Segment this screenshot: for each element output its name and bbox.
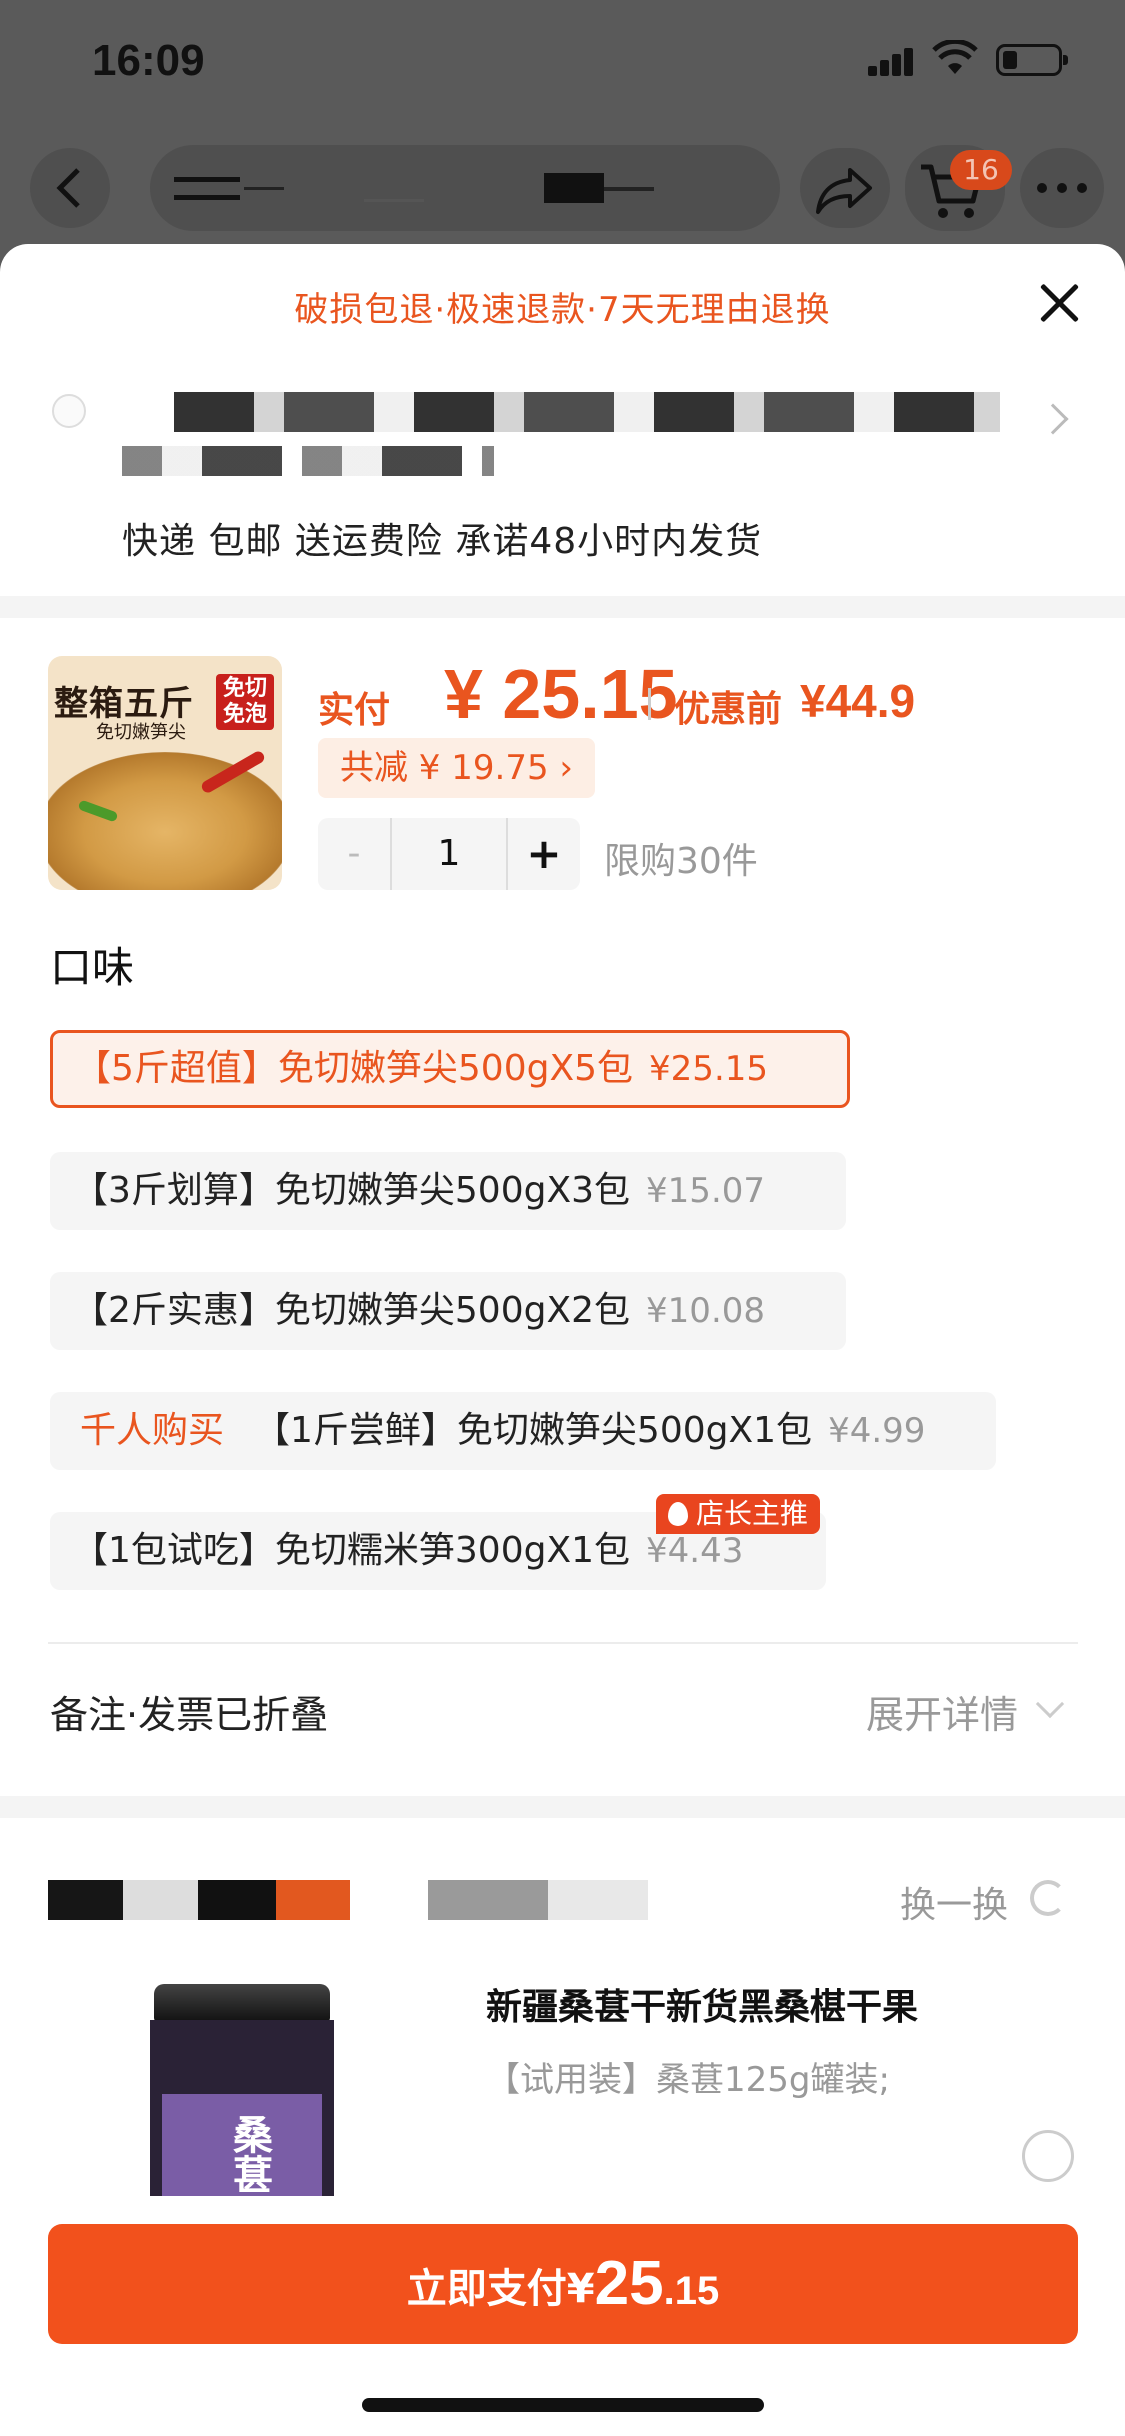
status-bar: 16:09 <box>0 0 1125 120</box>
nav-search-pill[interactable] <box>150 145 780 231</box>
thumb-subtitle: 免切嫩笋尖 <box>96 722 186 743</box>
flavor-title: 口味 <box>50 943 135 992</box>
status-time: 16:09 <box>92 36 205 85</box>
option-name: 【3斤划算】免切嫩笋尖500gX3包 <box>72 1170 631 1211</box>
shipping-info: 快递 包邮 送运费险 承诺48小时内发货 <box>122 521 763 562</box>
divider <box>0 1796 1125 1818</box>
option-name: 【1包试吃】免切糯米笋300gX1包 <box>72 1530 631 1571</box>
blurred-nav-text <box>174 173 654 203</box>
blurred-address-line1[interactable] <box>174 392 1000 432</box>
home-indicator[interactable] <box>362 2398 764 2412</box>
option-price: ¥25.15 <box>649 1049 769 1089</box>
paid-label: 实付 <box>318 690 391 731</box>
expand-details-button[interactable]: 展开详情 <box>866 1684 1018 1739</box>
discount-pill[interactable]: 共减 ¥ 19.75 › <box>318 738 595 798</box>
recommend-product-image[interactable]: 桑葚 <box>150 1984 334 2220</box>
more-button[interactable] <box>1020 148 1104 228</box>
option-name: 【2斤实惠】免切嫩笋尖500gX2包 <box>72 1290 631 1331</box>
recommend-subtitle: 【试用装】桑葚125g罐装; <box>486 2060 890 2100</box>
cart-count-badge: 16 <box>950 150 1012 190</box>
jar-label-text: 桑葚 <box>226 2114 272 2194</box>
wifi-icon <box>932 40 978 74</box>
option-name: 【1斤尝鲜】免切嫩笋尖500gX1包 <box>254 1410 813 1451</box>
notes-invoice-label: 备注·发票已折叠 <box>50 1693 329 1737</box>
battery-icon <box>996 44 1068 76</box>
chevron-right-icon[interactable] <box>1037 403 1069 435</box>
back-button[interactable] <box>30 148 110 228</box>
recommend-title[interactable]: 新疆桑葚干新货黑桑椹干果 <box>486 1978 918 2030</box>
pay-label: 立即支付¥ <box>406 2266 595 2312</box>
pay-now-button[interactable]: 立即支付¥25.15 <box>48 2224 1078 2344</box>
option-price: ¥10.08 <box>646 1291 766 1331</box>
recommend-select-radio[interactable] <box>1022 2130 1074 2182</box>
blurred-address-line2[interactable] <box>122 446 494 476</box>
blurred-section-title <box>48 1880 648 1920</box>
flavor-option-1jin[interactable]: 千人购买 【1斤尝鲜】免切嫩笋尖500gX1包 ¥4.99 <box>50 1392 996 1470</box>
option-price: ¥4.99 <box>828 1411 926 1451</box>
close-icon[interactable] <box>1030 274 1090 334</box>
address-avatar <box>52 394 86 428</box>
quantity-value[interactable]: 1 <box>390 818 508 890</box>
decrement-button[interactable]: - <box>318 818 390 890</box>
bowl-image <box>48 752 282 890</box>
pay-amount-int: 25 <box>594 2249 664 2318</box>
share-icon <box>816 168 872 214</box>
flame-icon <box>668 1502 688 1526</box>
option-price: ¥4.43 <box>646 1531 744 1571</box>
more-dots-icon <box>1037 183 1087 193</box>
share-button[interactable] <box>800 148 890 228</box>
cellular-signal-icon <box>868 46 916 76</box>
recommended-badge: 店长主推 <box>656 1494 821 1534</box>
thumb-badge: 免切免泡 <box>216 674 274 730</box>
divider <box>0 596 1125 618</box>
before-discount-label: 优惠前 <box>674 689 783 730</box>
refresh-icon[interactable] <box>1030 1880 1066 1916</box>
chevron-left-icon <box>56 168 80 208</box>
flavor-option-5jin[interactable]: 【5斤超值】免切嫩笋尖500gX5包 ¥25.15 <box>50 1030 850 1108</box>
option-price: ¥15.07 <box>646 1171 766 1211</box>
flavor-option-2jin[interactable]: 【2斤实惠】免切嫩笋尖500gX2包 ¥10.08 <box>50 1272 846 1350</box>
service-promise: 破损包退·极速退款·7天无理由退换 <box>294 290 831 330</box>
before-discount-price: ¥44.9 <box>800 675 916 727</box>
flavor-option-3jin[interactable]: 【3斤划算】免切嫩笋尖500gX3包 ¥15.07 <box>50 1152 846 1230</box>
popular-tag: 千人购买 <box>80 1410 225 1451</box>
jar-lid <box>154 1984 330 2022</box>
swap-button[interactable]: 换一换 <box>900 1876 1008 1928</box>
product-thumbnail[interactable]: 整箱五斤 免切嫩笋尖 免切免泡 <box>48 656 282 890</box>
divider <box>48 1642 1078 1644</box>
badge-text: 店长主推 <box>696 1497 809 1530</box>
pay-amount-dec: .15 <box>663 2269 720 2313</box>
quantity-stepper: - 1 + <box>318 818 580 890</box>
price-separator <box>648 688 651 720</box>
purchase-limit: 限购30件 <box>604 841 758 882</box>
paid-price: ¥ 25.15 <box>444 655 678 733</box>
option-name: 【5斤超值】免切嫩笋尖500gX5包 <box>75 1048 634 1089</box>
increment-button[interactable]: + <box>508 818 580 890</box>
